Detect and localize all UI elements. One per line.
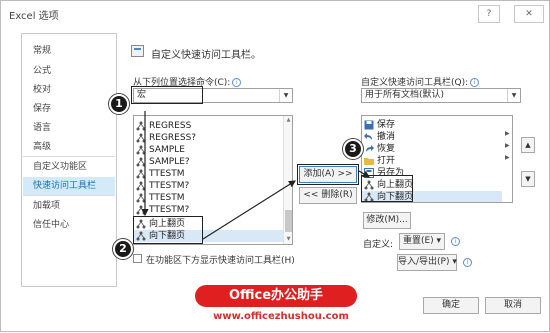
ok-button[interactable]: 确定 <box>423 297 479 314</box>
watermark-banner: Office办公助手 <box>195 285 357 307</box>
excel-options-dialog: Excel 选项 ? ✕ 常规 公式 校对 保存 语言 高级 自定义功能区 快速… <box>0 0 550 332</box>
watermark-url: www.officezhushou.com <box>213 311 349 322</box>
step-marker-1: 1 <box>109 94 129 114</box>
step-marker-2: 2 <box>113 239 133 259</box>
cancel-button[interactable]: 取消 <box>485 297 541 314</box>
annotation-arrows <box>141 111 371 240</box>
step-marker-3: 3 <box>343 139 363 159</box>
